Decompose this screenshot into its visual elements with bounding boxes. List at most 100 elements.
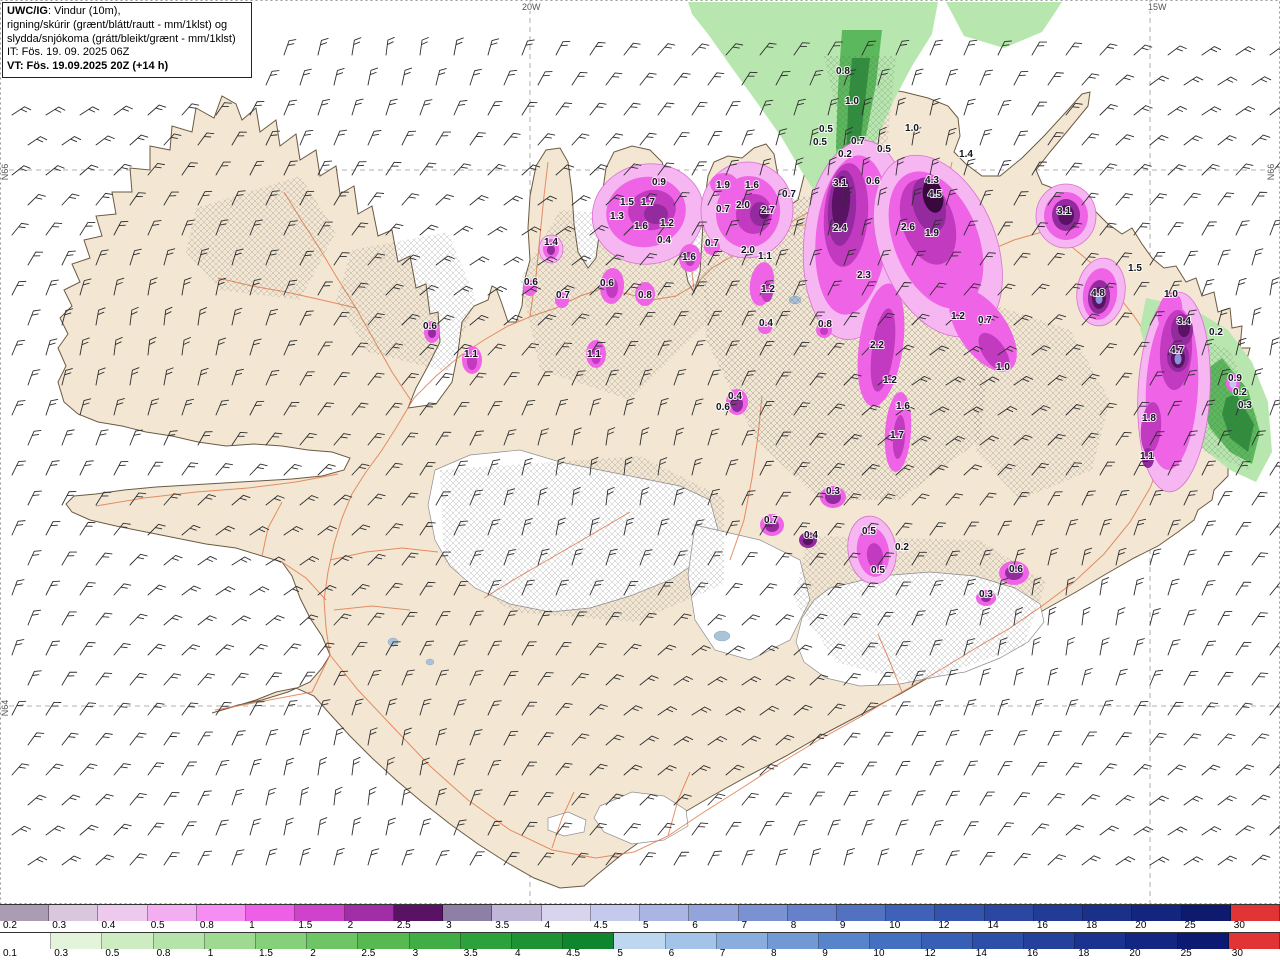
rain-colorbar-segment: [921, 933, 973, 949]
precip-value-label: 4.3: [925, 175, 939, 186]
valid-time: VT: Fös. 19.09.2025 20Z (+14 h): [7, 60, 169, 72]
rain-colorbar-tick: 16: [1027, 948, 1039, 959]
sleet-colorbar-segment: [1132, 905, 1182, 921]
sleet-colorbar-tick: 4.5: [593, 920, 608, 931]
precip-value-label: 1.6: [745, 180, 759, 191]
rain-colorbar-segment: [768, 933, 820, 949]
coordinate-label: N66: [0, 164, 10, 181]
rain-colorbar-segment: [0, 933, 52, 949]
rain-colorbar-tick: 30: [1231, 948, 1243, 959]
sleet-colorbar-tick: 8: [790, 920, 797, 931]
rain-colorbar-tick: 8: [771, 948, 777, 959]
sleet-colorbar-tick: 6: [692, 920, 698, 931]
sleet-colorbar-tick: 3: [446, 920, 452, 931]
precip-value-label: 0.6: [716, 402, 730, 413]
sleet-colorbar-tick: 2.5: [396, 920, 411, 931]
precip-value-label: 1.4: [959, 149, 973, 160]
precip-value-label: 1.8: [1142, 413, 1156, 424]
precip-value-label: 0.8: [836, 66, 850, 77]
precip-value-label: 1.5: [1128, 263, 1142, 274]
rain-colorbar-segment: [307, 933, 359, 949]
precip-value-label: 1.6: [682, 252, 696, 263]
sleet-colorbar-segment: [787, 905, 837, 921]
precip-value-label: 1.9: [716, 180, 730, 191]
rain-colorbar-segment: [870, 933, 922, 949]
precip-value-label: 0.4: [804, 530, 818, 541]
precip-value-label: 4.5: [928, 189, 942, 200]
sleet-colorbar-tick: 0.4: [101, 920, 116, 931]
legend-line-3: slydda/snjókoma (grátt/bleikt/grænt - mm…: [7, 32, 236, 45]
precip-value-label: 0.5: [862, 526, 876, 537]
precip-value-label: 0.7: [764, 515, 778, 526]
sleet-colorbar-tick: 7: [741, 920, 748, 931]
rain-colorbar-segment: [1024, 933, 1076, 949]
precip-value-label: 2.7: [761, 205, 775, 216]
precip-value-label: 0.8: [818, 319, 832, 330]
precip-value-label: 0.7: [716, 204, 730, 215]
sleet-colorbar-segment: [443, 905, 493, 921]
title-legend-box: UWC/IG: Vindur (10m), rigning/skúrir (gr…: [2, 2, 252, 78]
rain-colorbar-tick: 1: [207, 948, 214, 959]
sleet-colorbar-segment: [196, 905, 247, 921]
sleet-colorbar-segment: [738, 905, 788, 921]
sleet-colorbar-segment: [541, 905, 591, 921]
sleet-colorbar-tick: 1.5: [298, 920, 313, 931]
rain-colorbar-tick: 6: [668, 948, 675, 959]
rain-colorbar-tick: 14: [975, 948, 987, 959]
precip-value-label: 1.2: [883, 375, 897, 386]
sleet-colorbar-segment: [886, 905, 936, 921]
rain-colorbar-segment: [819, 933, 871, 949]
rain-colorbar-segment: [460, 933, 513, 949]
precip-value-label: 0.5: [813, 137, 827, 148]
sleet-colorbar-segment: [1181, 905, 1231, 921]
precip-value-label: 4.7: [1170, 345, 1184, 356]
precip-value-label: 0.6: [524, 277, 538, 288]
rain-colorbar-tick: 4.5: [566, 948, 581, 959]
precip-value-label: 3.1: [833, 178, 847, 189]
rain-colorbar-segment: [716, 933, 769, 949]
sleet-colorbar-tick: 4: [544, 920, 551, 931]
map-area: 0.8 1.0 1.0 0.5 0.5 0.7 0.5 0.2 1.4 4.3 4.5 3.1 0.6 0…: [0, 0, 1280, 904]
legend-line-1: UWC/IG: Vindur (10m),: [7, 5, 245, 19]
rain-colorbar-segment: [1177, 933, 1229, 949]
sleet-colorbar-segment: [935, 905, 985, 921]
sleet-colorbar-tick: 10: [889, 920, 901, 931]
precip-value-label: 1.4: [544, 237, 558, 248]
precip-value-label: 0.7: [556, 290, 570, 301]
coordinate-label: N64: [0, 700, 10, 717]
precip-value-label: 2.2: [870, 340, 884, 351]
rain-colorbar-tick: 0.8: [156, 948, 171, 959]
colorbar-rain: [0, 932, 1280, 949]
colorbar-sleet-snow: [0, 904, 1280, 921]
rain-colorbar-tick: 3: [412, 948, 419, 959]
precip-value-label: 0.7: [851, 136, 865, 147]
sleet-colorbar-segment: [689, 905, 739, 921]
sleet-colorbar-tick: 0.2: [3, 920, 17, 931]
sleet-colorbar-tick: 18: [1086, 920, 1098, 931]
precip-value-label: 1.1: [1140, 451, 1154, 462]
coordinate-label: N66: [1266, 164, 1276, 181]
sleet-colorbar-segment: [590, 905, 641, 921]
rain-colorbar-tick: 2.5: [361, 948, 376, 959]
sleet-colorbar-segment: [1033, 905, 1084, 921]
rain-colorbar-tick: 3.5: [463, 948, 478, 959]
sleet-colorbar-tick: 9: [839, 920, 846, 931]
precip-value-label: 0.6: [1009, 564, 1023, 575]
sleet-colorbar-tick: 0.5: [150, 920, 165, 931]
weather-map-page: 0.8 1.0 1.0 0.5 0.5 0.7 0.5 0.2 1.4 4.3 4.5 3.1 0.6 0…: [0, 0, 1280, 960]
sleet-colorbar-segment: [147, 905, 197, 921]
rain-colorbar-segment: [1075, 933, 1127, 949]
rain-colorbar-segment: [204, 933, 257, 949]
init-time: IT: Fös. 19. 09. 2025 06Z: [7, 46, 130, 59]
precip-value-label: 0.4: [728, 391, 742, 402]
sleet-colorbar-segment: [246, 905, 296, 921]
precip-value-label: 1.2: [660, 218, 674, 229]
colorbar-rain-ticks: 0.1 0.3 0.5 0.8 1 1.5 2 2.5 3 3.5 4 4.5 5 6 7 8 9 10 12 14 1…: [0, 948, 1280, 960]
rain-colorbar-tick: 0.3: [54, 948, 69, 959]
rain-colorbar-tick: 10: [873, 948, 885, 959]
rain-colorbar-segment: [972, 933, 1025, 949]
sleet-colorbar-segment: [98, 905, 148, 921]
iceland-weather-map: 0.81.01.00.50.5 0.70.50.2 1.44.34.53.1 0.60…: [0, 0, 1280, 904]
rain-colorbar-tick: 18: [1078, 948, 1090, 959]
rain-colorbar-tick: 0.1: [3, 948, 17, 959]
